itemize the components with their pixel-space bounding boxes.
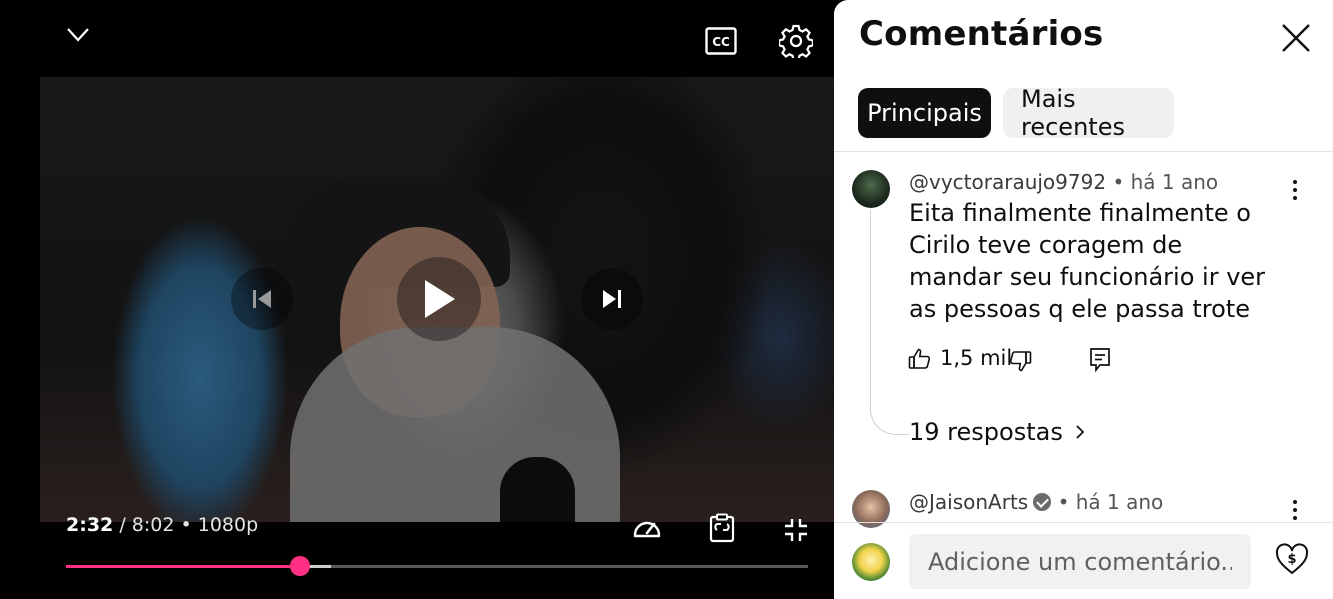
scrubber-handle[interactable]: [290, 556, 311, 576]
verified-badge-icon: [1033, 493, 1052, 511]
view-replies-button[interactable]: 19 respostas: [909, 418, 1087, 446]
total-time: 8:02: [131, 514, 175, 536]
close-icon[interactable]: [1280, 22, 1312, 54]
reply-button[interactable]: [1088, 346, 1114, 374]
closed-captions-icon[interactable]: CC: [702, 24, 740, 58]
replies-count: 19 respostas: [909, 418, 1063, 446]
thumb-down-icon: [1009, 351, 1032, 372]
add-comment-input[interactable]: [909, 534, 1251, 589]
panel-title: Comentários: [859, 14, 1104, 54]
time-display: 2:32 / 8:02 • 1080p: [66, 514, 258, 536]
thumb-up-icon: [908, 348, 931, 369]
playback-speed-icon[interactable]: [629, 511, 665, 545]
quality-label: • 1080p: [180, 514, 259, 536]
comment-text: Eita finalmente finalmente o Cirilo teve…: [909, 199, 1266, 323]
svg-text:$: $: [1287, 552, 1296, 567]
collapse-chevron-down-icon[interactable]: [60, 20, 96, 50]
chip-top-comments[interactable]: Principais: [858, 88, 991, 138]
comment-header: @JaisonArts • há 1 ano: [909, 490, 1163, 514]
like-button[interactable]: [908, 345, 934, 373]
reply-icon: [1090, 348, 1110, 373]
comment-header: @vyctoraraujo9792 • há 1 ano: [909, 170, 1218, 194]
time-separator: /: [119, 514, 126, 536]
avatar[interactable]: [852, 170, 890, 208]
comment-time: • há 1 ano: [1112, 170, 1219, 194]
thread-line: [870, 210, 909, 435]
chevron-right-icon: [1076, 425, 1085, 439]
exit-fullscreen-icon[interactable]: [779, 513, 813, 547]
current-time: 2:32: [66, 514, 114, 536]
clip-icon[interactable]: [704, 510, 740, 546]
play-icon[interactable]: [397, 257, 481, 341]
progress-fill: [66, 565, 301, 568]
video-player[interactable]: CC 2:32 / 8:02 • 1080p: [0, 0, 834, 599]
skip-next-icon[interactable]: [581, 268, 643, 330]
composer-divider: [834, 522, 1333, 523]
comments-panel: Comentários Principais Mais recentes @vy…: [834, 0, 1333, 599]
more-options-icon[interactable]: [1285, 176, 1305, 206]
author-name[interactable]: @vyctoraraujo9792: [909, 170, 1106, 194]
dislike-button[interactable]: [1008, 347, 1034, 375]
skip-previous-icon[interactable]: [231, 268, 293, 330]
comment-time: • há 1 ano: [1057, 490, 1164, 514]
my-avatar: [852, 543, 890, 581]
author-name[interactable]: @JaisonArts: [909, 490, 1028, 514]
like-count: 1,5 mil: [940, 346, 1013, 370]
svg-text:CC: CC: [712, 35, 730, 49]
divider: [834, 151, 1333, 152]
progress-bar[interactable]: [66, 556, 808, 576]
chip-newest-first[interactable]: Mais recentes: [1003, 85, 1174, 141]
super-thanks-icon[interactable]: $: [1274, 541, 1310, 577]
gear-icon[interactable]: [777, 22, 815, 60]
